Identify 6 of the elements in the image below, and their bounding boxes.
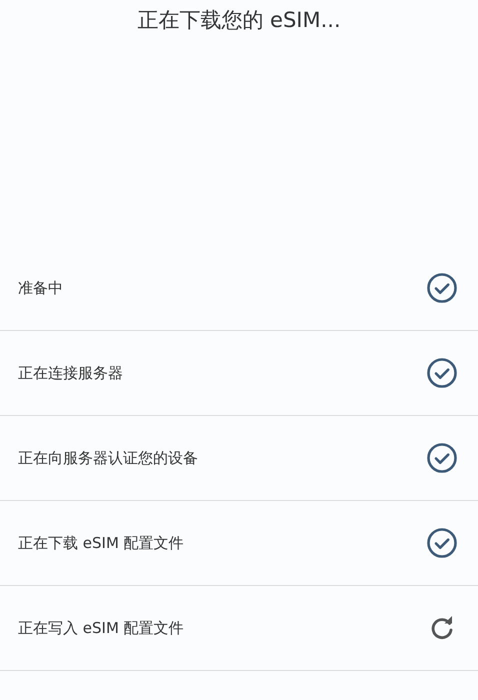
step-label: 正在向服务器认证您的设备 [18,448,198,469]
step-label: 正在下载 eSIM 配置文件 [18,532,184,554]
screen-title: 正在下载您的 eSIM... [136,7,342,34]
step-label: 正在连接服务器 [18,362,123,384]
step-label: 正在写入 eSIM 配置文件 [18,618,184,639]
step-label: 准备中 [18,278,63,299]
